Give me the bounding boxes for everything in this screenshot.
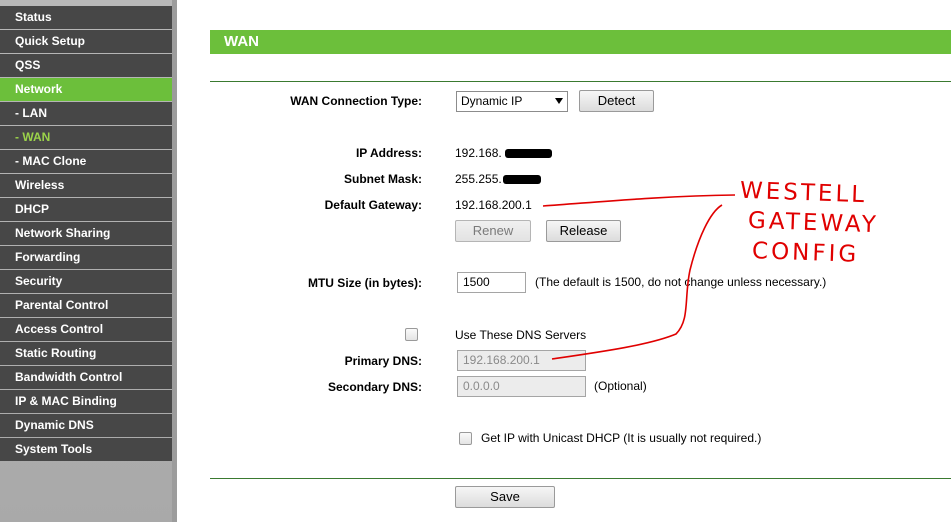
ip-address-value: 192.168. (455, 146, 502, 160)
sidebar-item-security[interactable]: Security (0, 270, 172, 293)
annotation-text-line3: CONFIG (751, 238, 860, 268)
annotation-text-line1: WESTELL (739, 177, 868, 209)
annotation-line-gateway (542, 194, 736, 207)
use-dns-servers-checkbox[interactable] (405, 328, 418, 341)
mtu-size-input[interactable]: 1500 (457, 272, 526, 293)
default-gateway-value: 192.168.200.1 (455, 198, 532, 212)
sidebar-item-static-routing[interactable]: Static Routing (0, 342, 172, 365)
sidebar-item-forwarding[interactable]: Forwarding (0, 246, 172, 269)
secondary-dns-input[interactable]: 0.0.0.0 (457, 376, 586, 397)
top-divider (210, 81, 951, 82)
connection-type-label: WAN Connection Type: (290, 94, 422, 108)
mtu-note: (The default is 1500, do not change unle… (535, 275, 827, 289)
mtu-size-label: MTU Size (in bytes): (307, 276, 422, 290)
sidebar-item-parental-control[interactable]: Parental Control (0, 294, 172, 317)
sidebar-menu: Status Quick Setup QSS Network - LAN - W… (0, 0, 177, 522)
sidebar-item-wan[interactable]: - WAN (0, 126, 172, 149)
sidebar-item-quick-setup[interactable]: Quick Setup (0, 30, 172, 53)
secondary-dns-label: Secondary DNS: (327, 380, 422, 394)
sidebar-item-dynamic-dns[interactable]: Dynamic DNS (0, 414, 172, 437)
unicast-dhcp-checkbox[interactable] (459, 432, 472, 445)
detect-button[interactable]: Detect (579, 90, 654, 112)
renew-button[interactable]: Renew (455, 220, 531, 242)
sidebar-item-ip-mac-binding[interactable]: IP & MAC Binding (0, 390, 172, 413)
primary-dns-input[interactable]: 192.168.200.1 (457, 350, 586, 371)
redaction-mark (503, 175, 541, 184)
bottom-divider (210, 478, 951, 479)
sidebar-item-status[interactable]: Status (0, 6, 172, 29)
optional-note: (Optional) (594, 379, 647, 393)
release-button[interactable]: Release (546, 220, 621, 242)
subnet-mask-label: Subnet Mask: (343, 172, 422, 186)
redaction-mark (505, 149, 552, 158)
sidebar-item-qss[interactable]: QSS (0, 54, 172, 77)
subnet-mask-value: 255.255. (455, 172, 502, 186)
sidebar-item-network-sharing[interactable]: Network Sharing (0, 222, 172, 245)
sidebar-item-network[interactable]: Network (0, 78, 172, 101)
default-gateway-label: Default Gateway: (324, 198, 422, 212)
sidebar-item-lan[interactable]: - LAN (0, 102, 172, 125)
sidebar-item-wireless[interactable]: Wireless (0, 174, 172, 197)
save-button[interactable]: Save (455, 486, 555, 508)
chevron-down-icon (555, 98, 563, 104)
page-title: WAN (210, 30, 951, 54)
sidebar-item-dhcp[interactable]: DHCP (0, 198, 172, 221)
unicast-dhcp-label: Get IP with Unicast DHCP (It is usually … (481, 431, 762, 445)
sidebar-item-access-control[interactable]: Access Control (0, 318, 172, 341)
sidebar-divider (172, 0, 177, 522)
annotation-text-line2: GATEWAY (747, 207, 880, 239)
connection-type-value: Dynamic IP (461, 94, 523, 108)
ip-address-label: IP Address: (355, 146, 422, 160)
sidebar-item-system-tools[interactable]: System Tools (0, 438, 172, 461)
use-dns-servers-label: Use These DNS Servers (455, 328, 587, 342)
connection-type-select[interactable]: Dynamic IP (456, 91, 568, 112)
primary-dns-label: Primary DNS: (344, 354, 422, 368)
sidebar-item-mac-clone[interactable]: - MAC Clone (0, 150, 172, 173)
sidebar-item-bandwidth-control[interactable]: Bandwidth Control (0, 366, 172, 389)
